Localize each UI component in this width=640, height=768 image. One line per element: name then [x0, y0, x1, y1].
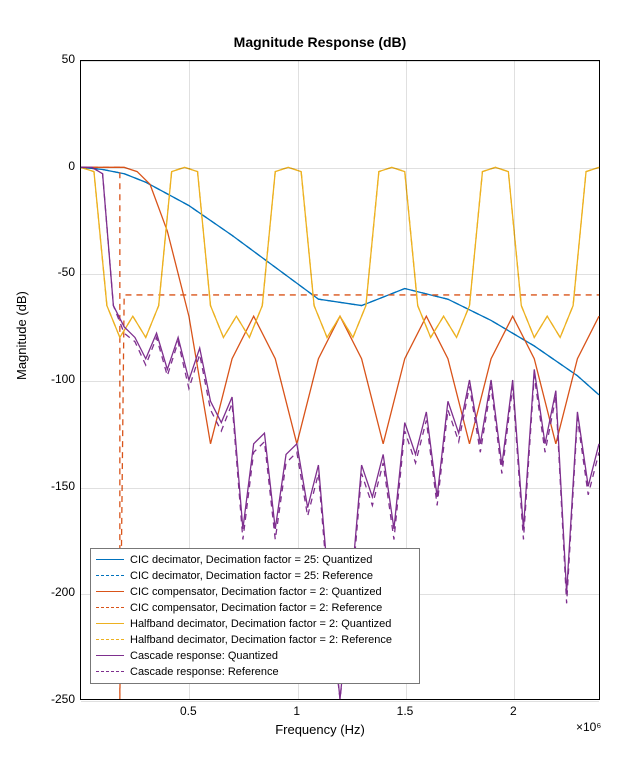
x-tick-label: 2	[510, 704, 517, 718]
legend-entry: CIC compensator, Decimation factor = 2: …	[96, 600, 414, 616]
chart-title: Magnitude Response (dB)	[0, 34, 640, 50]
legend-label: CIC compensator, Decimation factor = 2: …	[130, 601, 414, 616]
series-line	[81, 167, 599, 395]
gridline-h	[81, 168, 599, 169]
y-tick-label: -100	[15, 372, 75, 386]
series-line	[81, 167, 599, 337]
legend-entry: Halfband decimator, Decimation factor = …	[96, 632, 414, 648]
legend-swatch	[96, 666, 124, 678]
y-tick-label: -200	[15, 585, 75, 599]
y-axis-label: Magnitude (dB)	[14, 291, 29, 380]
legend-swatch	[96, 570, 124, 582]
gridline-h	[81, 274, 599, 275]
y-tick-label: -250	[15, 692, 75, 706]
legend-label: CIC decimator, Decimation factor = 25: Q…	[130, 553, 414, 568]
legend-entry: CIC decimator, Decimation factor = 25: R…	[96, 568, 414, 584]
gridline-v	[514, 61, 515, 699]
legend-swatch	[96, 634, 124, 646]
legend-label: CIC compensator, Decimation factor = 2: …	[130, 585, 414, 600]
legend-swatch	[96, 554, 124, 566]
x-tick-label: 1.5	[397, 704, 414, 718]
y-tick-label: 0	[15, 159, 75, 173]
legend-entry: Halfband decimator, Decimation factor = …	[96, 616, 414, 632]
legend-entry: CIC decimator, Decimation factor = 25: Q…	[96, 552, 414, 568]
legend-entry: Cascade response: Reference	[96, 664, 414, 680]
gridline-h	[81, 701, 599, 702]
x-tick-label: 0.5	[180, 704, 197, 718]
legend-entry: Cascade response: Quantized	[96, 648, 414, 664]
legend-label: CIC decimator, Decimation factor = 25: R…	[130, 569, 414, 584]
gridline-h	[81, 61, 599, 62]
y-tick-label: -150	[15, 479, 75, 493]
legend-entry: CIC compensator, Decimation factor = 2: …	[96, 584, 414, 600]
series-line	[81, 167, 599, 395]
legend-swatch	[96, 650, 124, 662]
legend-label: Halfband decimator, Decimation factor = …	[130, 617, 414, 632]
gridline-h	[81, 488, 599, 489]
legend-label: Cascade response: Reference	[130, 665, 414, 680]
x-axis-exponent: ×10⁶	[576, 720, 601, 734]
legend-label: Cascade response: Quantized	[130, 649, 414, 664]
x-tick-label: 1	[293, 704, 300, 718]
legend-swatch	[96, 602, 124, 614]
legend-swatch	[96, 618, 124, 630]
y-tick-label: 50	[15, 52, 75, 66]
legend: CIC decimator, Decimation factor = 25: Q…	[90, 548, 420, 684]
legend-swatch	[96, 586, 124, 598]
y-tick-label: -50	[15, 265, 75, 279]
series-line	[81, 167, 599, 337]
gridline-h	[81, 381, 599, 382]
figure: Magnitude Response (dB) Magnitude (dB) F…	[0, 0, 640, 768]
x-axis-label: Frequency (Hz)	[0, 722, 640, 737]
legend-label: Halfband decimator, Decimation factor = …	[130, 633, 414, 648]
